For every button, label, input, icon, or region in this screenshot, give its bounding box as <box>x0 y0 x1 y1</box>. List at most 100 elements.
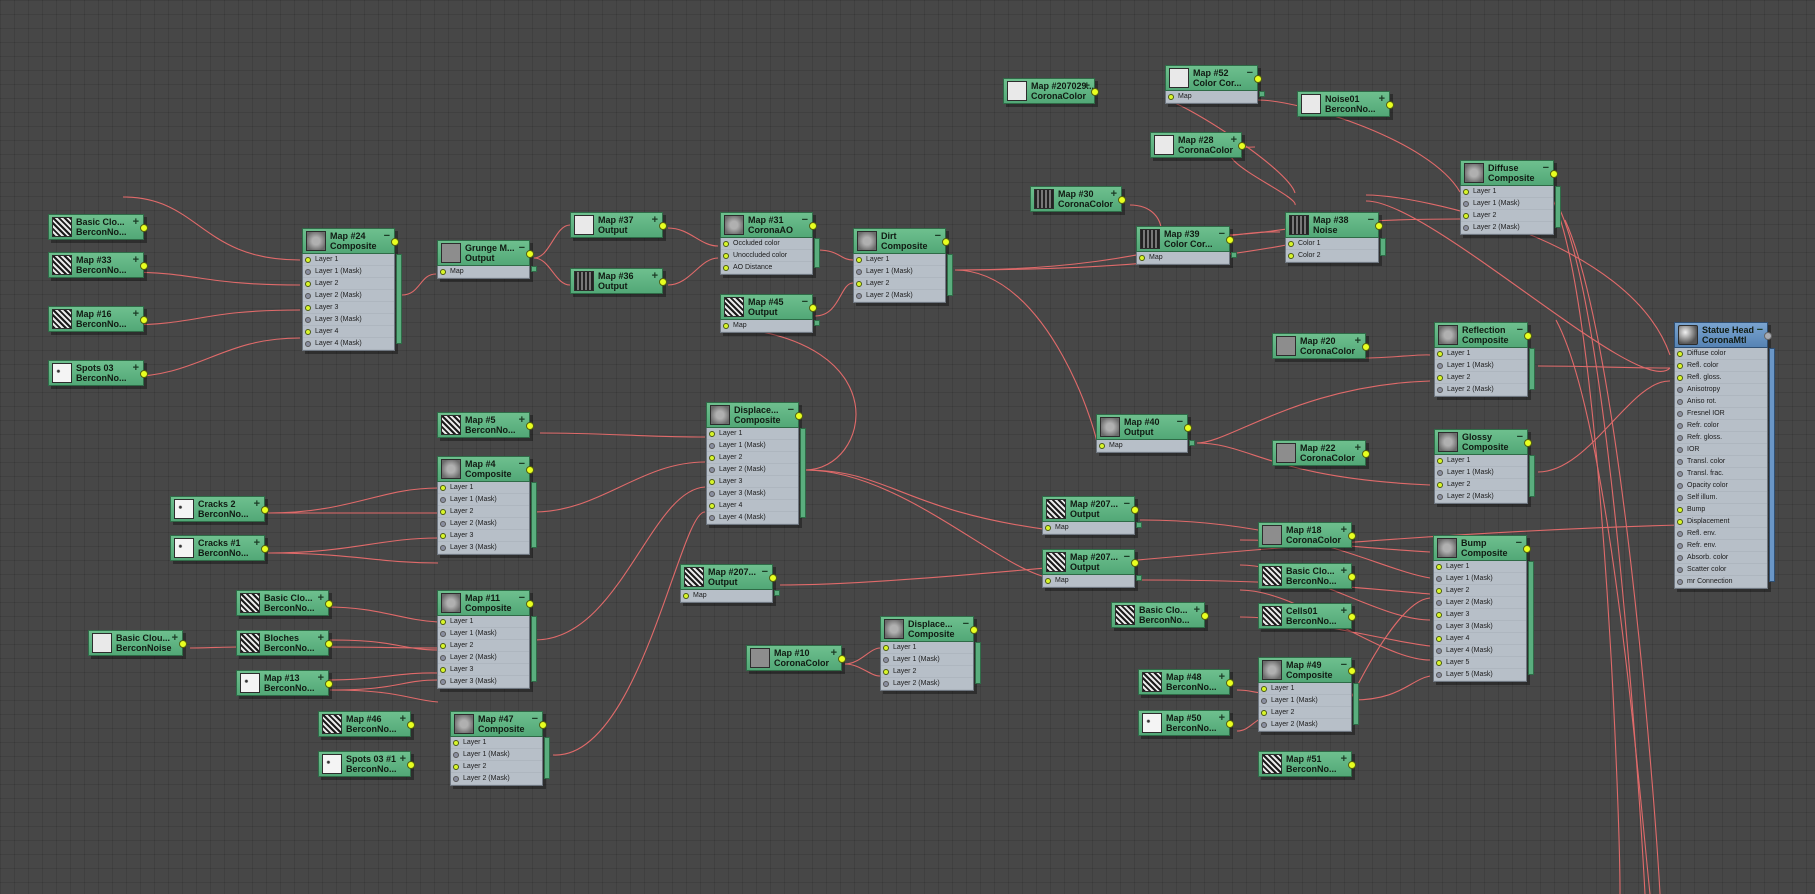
input-slot[interactable]: Layer 2 (Mask) <box>1435 384 1527 396</box>
output-socket[interactable] <box>140 224 148 232</box>
input-slot[interactable]: Layer 1 (Mask) <box>451 749 542 761</box>
map-node[interactable]: Basic Clo... BerconNo... + <box>236 590 333 616</box>
output-socket[interactable] <box>526 422 534 430</box>
input-socket[interactable] <box>305 257 311 263</box>
input-slot[interactable]: Layer 2 <box>1435 372 1527 384</box>
input-slot[interactable]: Self illum. <box>1675 492 1767 504</box>
input-socket[interactable] <box>1677 459 1683 465</box>
collapse-icon[interactable]: − <box>1757 324 1763 336</box>
expand-icon[interactable]: + <box>133 308 139 320</box>
input-socket[interactable] <box>709 431 715 437</box>
output-socket[interactable] <box>140 316 148 324</box>
input-slot[interactable]: Color 1 <box>1286 238 1378 250</box>
map-node[interactable]: Map #20 CoronaColor + <box>1272 333 1370 359</box>
output-socket[interactable] <box>261 506 269 514</box>
node-header[interactable]: Map #38 Noise − <box>1285 212 1383 238</box>
map-node[interactable]: Map #13 BerconNo... + <box>236 670 333 696</box>
input-slot[interactable]: Layer 2 <box>451 761 542 773</box>
map-node[interactable]: Cracks 2 BerconNo... + <box>170 496 269 522</box>
output-socket[interactable] <box>391 238 399 246</box>
expand-icon[interactable]: + <box>652 214 658 226</box>
output-socket[interactable] <box>942 238 950 246</box>
node-header[interactable]: Map #40 Output − <box>1096 414 1192 440</box>
input-slot[interactable]: Layer 1 (Mask) <box>303 266 394 278</box>
input-socket[interactable] <box>1436 600 1442 606</box>
input-socket[interactable] <box>883 669 889 675</box>
input-slot[interactable]: Layer 2 (Mask) <box>438 652 529 664</box>
input-socket[interactable] <box>709 443 715 449</box>
output-socket[interactable] <box>1226 236 1234 244</box>
output-socket[interactable] <box>1362 450 1370 458</box>
input-socket[interactable] <box>1677 579 1683 585</box>
collapse-icon[interactable]: − <box>1517 324 1523 336</box>
input-socket[interactable] <box>1677 435 1683 441</box>
collapse-icon[interactable]: − <box>1543 162 1549 174</box>
input-slot[interactable]: Layer 1 (Mask) <box>707 440 798 452</box>
input-slot[interactable]: Refr. gloss. <box>1675 432 1767 444</box>
expand-icon[interactable]: + <box>172 632 178 644</box>
input-socket[interactable] <box>1437 387 1443 393</box>
input-slot[interactable]: Layer 2 (Mask) <box>438 518 529 530</box>
input-slot[interactable]: Layer 4 (Mask) <box>707 512 798 524</box>
map-node[interactable]: Basic Clo... BerconNo... + <box>1258 563 1356 589</box>
input-socket[interactable] <box>1677 567 1683 573</box>
node-header[interactable]: Map #13 BerconNo... + <box>236 670 333 696</box>
input-slot[interactable]: mr Connection <box>1675 576 1767 588</box>
input-socket[interactable] <box>856 269 862 275</box>
node-header[interactable]: Spots 03 BerconNo... + <box>48 360 148 386</box>
expand-icon[interactable]: + <box>1231 134 1237 146</box>
input-slot[interactable]: Opacity color <box>1675 480 1767 492</box>
output-socket[interactable] <box>1226 720 1234 728</box>
input-slot[interactable]: Layer 2 (Mask) <box>707 464 798 476</box>
node-header[interactable]: Map #4 Composite − <box>437 456 534 482</box>
input-slot[interactable]: Layer 2 <box>881 666 973 678</box>
input-socket[interactable] <box>1437 375 1443 381</box>
expand-icon[interactable]: + <box>318 672 324 684</box>
input-slot[interactable]: AO Distance <box>721 262 812 274</box>
map-node[interactable]: Map #33 BerconNo... + <box>48 252 148 278</box>
map-node[interactable]: Map #36 Output + <box>570 268 667 294</box>
input-socket[interactable] <box>1677 471 1683 477</box>
input-slot[interactable]: Layer 4 (Mask) <box>303 338 394 350</box>
collapse-icon[interactable]: − <box>1368 214 1374 226</box>
output-socket[interactable] <box>809 222 817 230</box>
map-node[interactable]: Map #38 Noise − Color 1 Color 2 <box>1285 212 1386 263</box>
input-socket[interactable] <box>1677 447 1683 453</box>
output-socket[interactable] <box>325 600 333 608</box>
input-socket[interactable] <box>440 497 446 503</box>
collapse-icon[interactable]: − <box>1341 659 1347 671</box>
input-slot[interactable]: Layer 5 (Mask) <box>1434 669 1526 681</box>
input-slot[interactable]: Refr. env. <box>1675 540 1767 552</box>
input-socket[interactable] <box>1261 686 1267 692</box>
input-slot[interactable]: Layer 3 (Mask) <box>438 676 529 688</box>
map-node[interactable]: Map #207... Output − Map <box>1042 496 1142 535</box>
input-slot[interactable]: Layer 3 (Mask) <box>303 314 394 326</box>
input-socket[interactable] <box>709 491 715 497</box>
output-socket[interactable] <box>261 545 269 553</box>
node-header[interactable]: Map #37 Output + <box>570 212 667 238</box>
map-node[interactable]: Map #52 Color Cor... − Map <box>1165 65 1265 104</box>
map-node[interactable]: Map #207029... CoronaColor + <box>1003 78 1099 104</box>
input-slot[interactable]: Scatter color <box>1675 564 1767 576</box>
collapse-icon[interactable]: − <box>519 458 525 470</box>
input-slot[interactable]: Layer 1 <box>451 737 542 749</box>
input-socket[interactable] <box>453 752 459 758</box>
expand-icon[interactable]: + <box>831 647 837 659</box>
output-socket[interactable] <box>1524 439 1532 447</box>
input-slot[interactable]: Layer 3 (Mask) <box>707 488 798 500</box>
node-header[interactable]: Map #51 BerconNo... + <box>1258 751 1356 777</box>
map-node[interactable]: Map #10 CoronaColor + <box>746 645 846 671</box>
input-socket[interactable] <box>440 533 446 539</box>
output-socket[interactable] <box>809 304 817 312</box>
output-socket[interactable] <box>1550 170 1558 178</box>
node-header[interactable]: Map #207... Output − <box>1042 496 1139 522</box>
input-slot[interactable]: Map <box>1166 91 1257 103</box>
output-socket[interactable] <box>1254 75 1262 83</box>
input-slot[interactable]: Layer 2 <box>303 278 394 290</box>
input-socket[interactable] <box>305 281 311 287</box>
map-node[interactable]: Basic Clo... BerconNo... + <box>48 214 148 240</box>
input-socket[interactable] <box>440 631 446 637</box>
node-header[interactable]: Basic Clou... BerconNoise + <box>88 630 187 656</box>
node-header[interactable]: Diffuse Composite − <box>1460 160 1558 186</box>
map-node[interactable]: Cells01 BerconNo... + <box>1258 603 1356 629</box>
